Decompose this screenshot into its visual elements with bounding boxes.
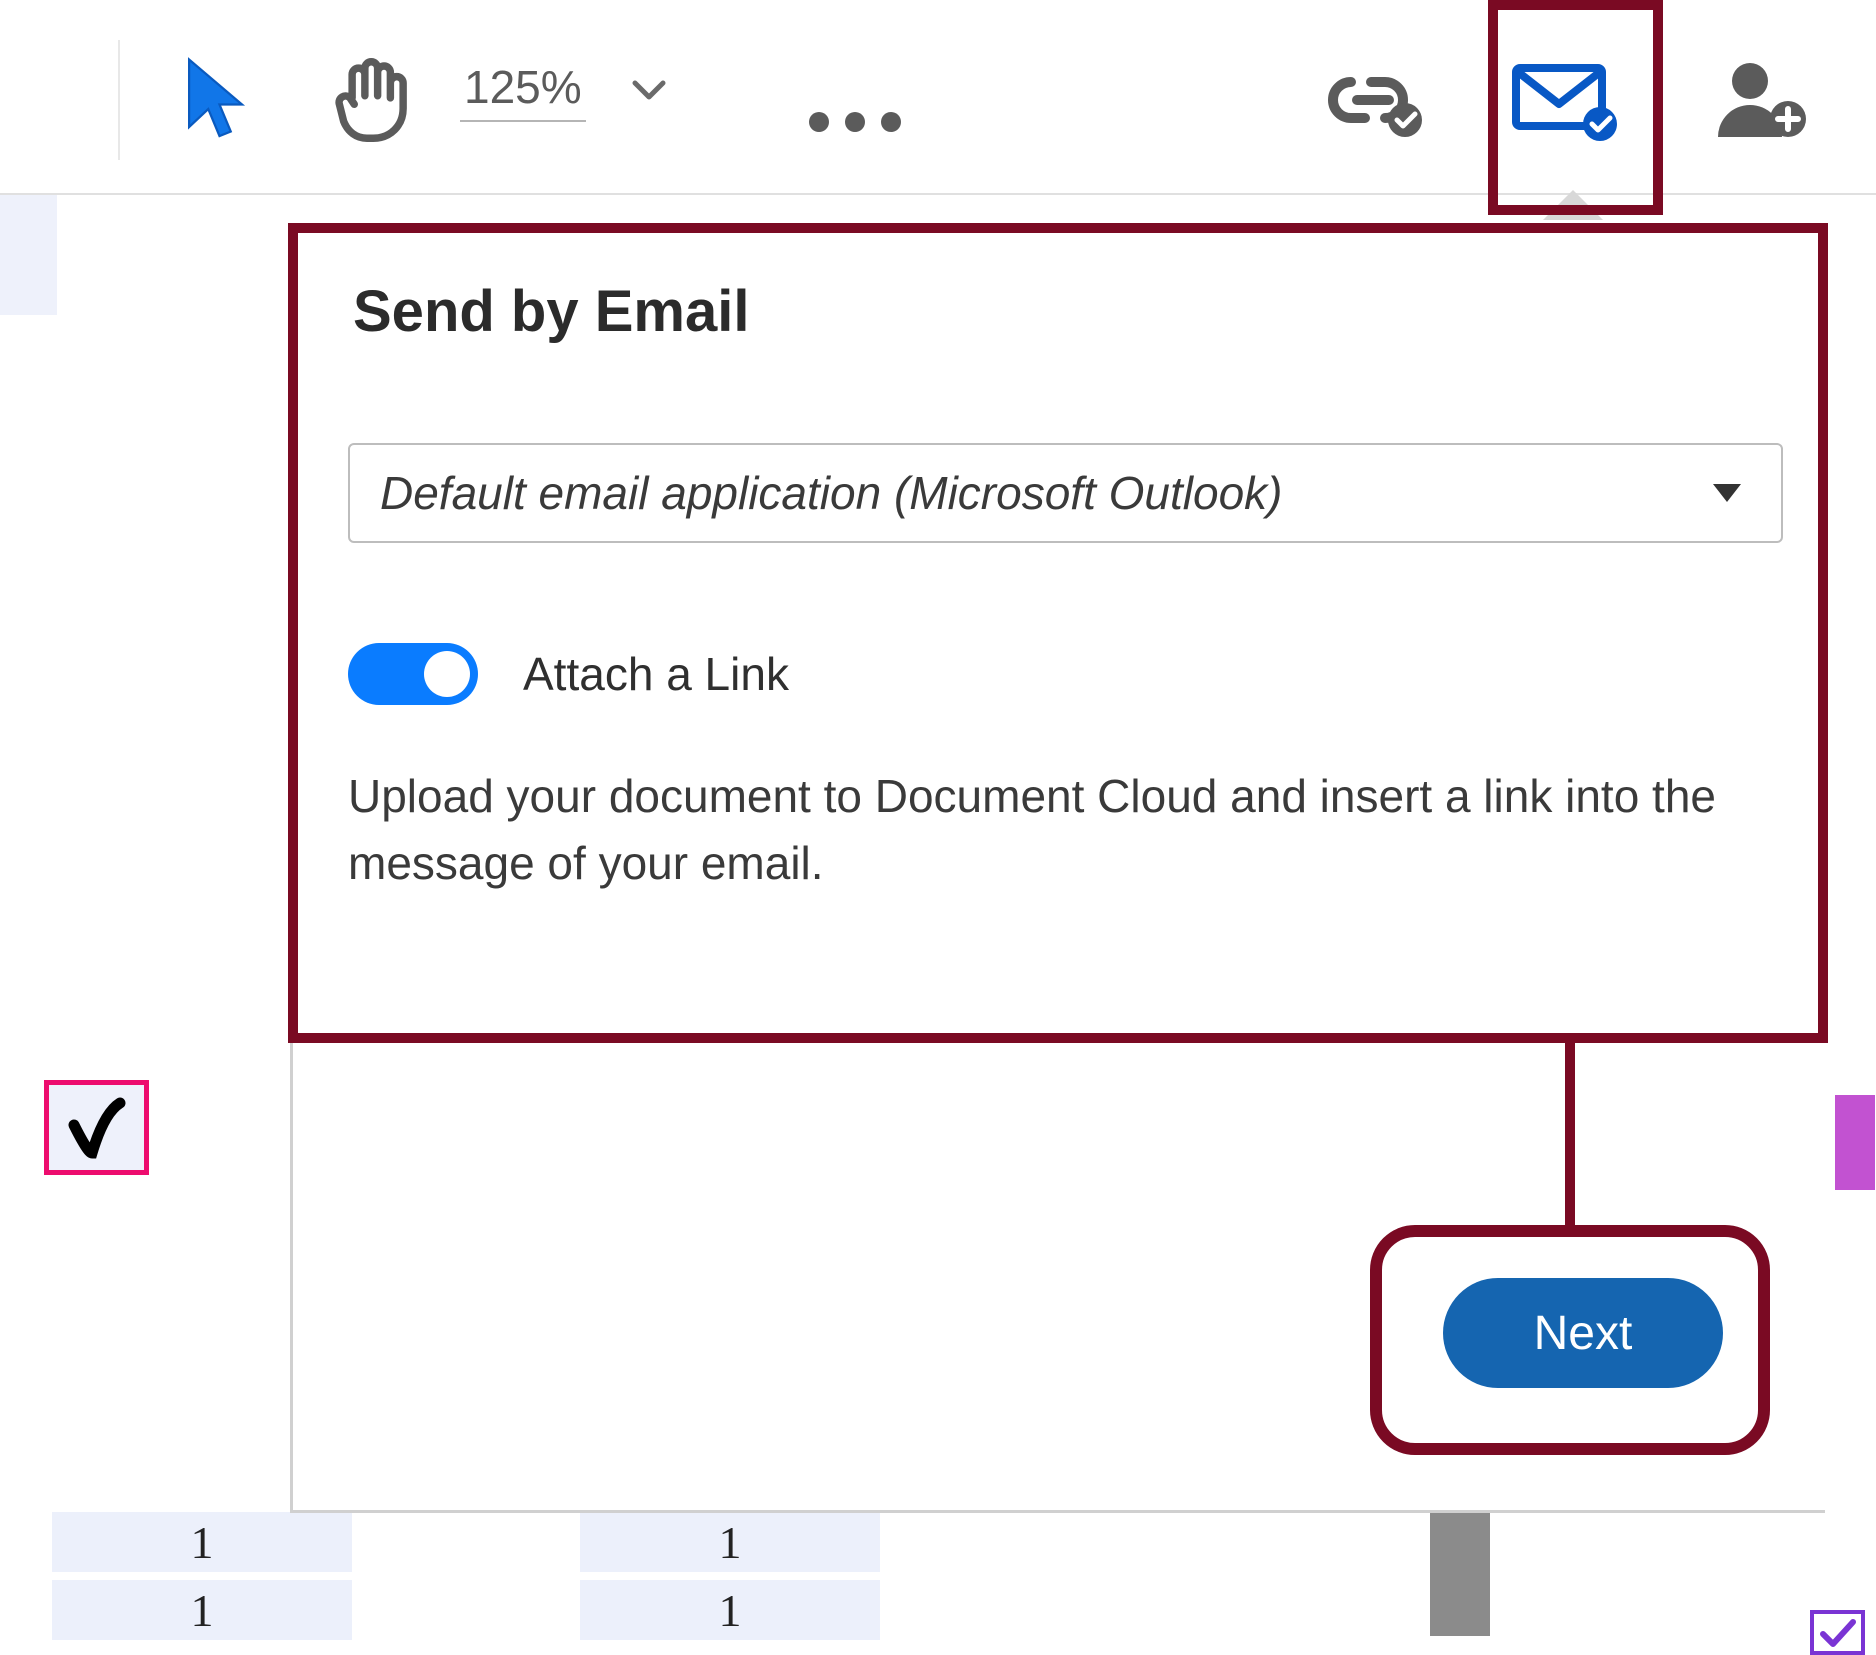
zoom-combo[interactable]: 125% [460, 60, 740, 122]
share-link-button[interactable] [1320, 45, 1430, 155]
envelope-check-icon [1510, 58, 1620, 143]
person-plus-icon [1710, 55, 1810, 145]
cursor-icon [180, 55, 250, 145]
side-tab-marker[interactable] [1835, 1095, 1875, 1190]
checkmark-icon [62, 1093, 132, 1163]
ellipsis-icon [805, 109, 905, 135]
check-icon [1819, 1618, 1857, 1648]
table-cell: 1 [580, 1580, 880, 1640]
add-person-button[interactable] [1705, 45, 1815, 155]
side-tool-button[interactable] [1810, 1610, 1865, 1655]
scrollbar-thumb[interactable] [1430, 1506, 1490, 1636]
dropdown-value: Default email application (Microsoft Out… [380, 466, 1713, 520]
send-email-button[interactable] [1510, 45, 1620, 155]
toolbar: 125% [0, 5, 1876, 195]
attach-link-toggle[interactable] [348, 643, 478, 705]
hand-tool-button[interactable] [320, 45, 430, 155]
table-cell: 1 [52, 1580, 352, 1640]
caret-down-icon [1713, 484, 1741, 502]
attach-link-description: Upload your document to Document Cloud a… [348, 763, 1768, 896]
email-client-dropdown[interactable]: Default email application (Microsoft Out… [348, 443, 1783, 543]
table-cell: 1 [52, 1512, 352, 1572]
form-checkbox[interactable] [44, 1080, 149, 1175]
zoom-value: 125% [460, 60, 586, 122]
table-cell: 1 [580, 1512, 880, 1572]
send-by-email-panel: Send by Email Default email application … [290, 223, 1825, 1513]
panel-pointer-icon [1543, 190, 1603, 220]
more-tools-button[interactable] [790, 67, 920, 177]
panel-title: Send by Email [353, 278, 749, 345]
next-button[interactable]: Next [1443, 1278, 1723, 1388]
chevron-down-icon [631, 79, 667, 103]
select-tool-button[interactable] [160, 45, 270, 155]
annotation-connector [1565, 1043, 1575, 1233]
link-check-icon [1325, 60, 1425, 140]
attach-link-label: Attach a Link [523, 647, 789, 701]
hand-icon [333, 55, 418, 145]
